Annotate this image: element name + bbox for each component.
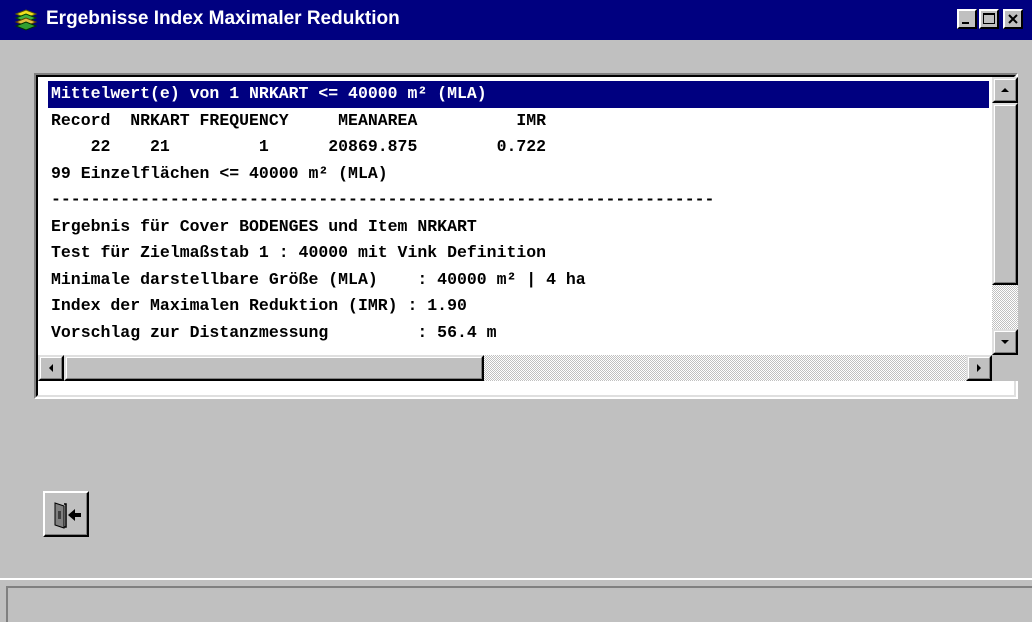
close-button[interactable] <box>1003 9 1023 29</box>
result-line[interactable]: 22 21 1 20869.875 0.722 <box>48 134 992 161</box>
result-line[interactable]: ----------------------------------------… <box>48 187 992 214</box>
window-title: Ergebnisse Index Maximaler Reduktion <box>46 8 400 29</box>
horizontal-scroll-track[interactable] <box>484 355 966 381</box>
maximize-icon <box>983 13 995 24</box>
result-line[interactable]: Index der Maximalen Reduktion (IMR) : 1.… <box>48 293 992 320</box>
results-listbox[interactable]: Mittelwert(e) von 1 NRKART <= 40000 m² (… <box>34 73 1018 399</box>
scrollbar-corner <box>992 355 1018 381</box>
result-line[interactable]: Ergebnis für Cover BODENGES und Item NRK… <box>48 214 992 241</box>
result-line[interactable]: 99 Einzelflächen <= 40000 m² (MLA) <box>48 161 992 188</box>
result-line[interactable]: Minimale darstellbare Größe (MLA) : 4000… <box>48 267 992 294</box>
stacked-layers-icon <box>14 8 38 32</box>
status-bar <box>0 578 1032 622</box>
horizontal-scrollbar[interactable] <box>38 355 992 381</box>
result-line[interactable]: Test für Zielmaßstab 1 : 40000 mit Vink … <box>48 240 992 267</box>
scroll-down-button[interactable] <box>992 329 1018 355</box>
vertical-scrollbar[interactable] <box>992 77 1018 355</box>
title-bar[interactable]: Ergebnisse Index Maximaler Reduktion <box>0 0 1032 40</box>
minimize-button[interactable] <box>957 9 977 29</box>
exit-button[interactable] <box>43 491 89 537</box>
results-lines: Mittelwert(e) von 1 NRKART <= 40000 m² (… <box>48 81 992 354</box>
scroll-right-button[interactable] <box>966 355 992 381</box>
result-line[interactable]: Vorschlag zur Distanzmessung : 56.4 m <box>48 320 992 347</box>
arrow-up-icon <box>1001 88 1009 92</box>
vertical-scroll-thumb[interactable] <box>992 103 1018 285</box>
result-line-selected[interactable]: Mittelwert(e) von 1 NRKART <= 40000 m² (… <box>48 81 989 108</box>
scroll-left-button[interactable] <box>38 355 64 381</box>
arrow-left-icon <box>49 364 53 372</box>
vertical-scroll-track[interactable] <box>992 285 1018 329</box>
exit-door-icon <box>54 502 81 529</box>
scroll-up-button[interactable] <box>992 77 1018 103</box>
maximize-button[interactable] <box>979 9 999 29</box>
arrow-right-icon <box>977 364 981 372</box>
minimize-icon <box>962 22 969 24</box>
result-line[interactable]: Record NRKART FREQUENCY MEANAREA IMR <box>48 108 992 135</box>
close-icon <box>1008 14 1018 24</box>
horizontal-scroll-thumb[interactable] <box>64 355 484 381</box>
arrow-down-icon <box>1001 340 1009 344</box>
